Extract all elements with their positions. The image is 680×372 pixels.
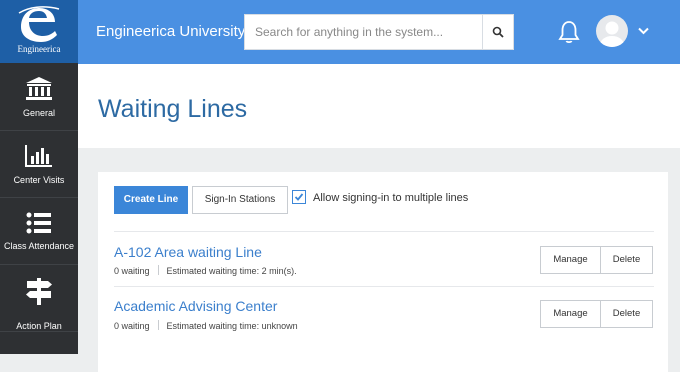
search-icon [492, 26, 504, 38]
logo-text: Engineerica [17, 44, 61, 54]
avatar[interactable] [596, 15, 628, 47]
estimated-time: Estimated waiting time: 2 min(s). [166, 266, 297, 276]
list-icon [26, 212, 51, 234]
multi-line-checkbox[interactable] [292, 190, 306, 204]
waiting-lines-card: Create Line Sign-In Stations Allow signi… [98, 172, 668, 372]
sidebar-item-label: General [22, 108, 56, 118]
delete-button[interactable]: Delete [601, 247, 652, 273]
sidebar-item-label: Center Visits [13, 175, 65, 185]
signpost-icon [26, 278, 52, 305]
brand-name: Engineerica University [96, 23, 246, 40]
manage-button[interactable]: Manage [541, 247, 601, 273]
checkmark-icon [294, 193, 304, 201]
line-name-link[interactable]: Academic Advising Center [114, 298, 277, 314]
waiting-count: 0 waiting [114, 321, 150, 331]
logo-e-icon [18, 6, 60, 42]
line-name-link[interactable]: A-102 Area waiting Line [114, 244, 262, 260]
sidebar-item-general[interactable]: General [0, 64, 78, 131]
meta-separator [157, 320, 159, 330]
manage-button[interactable]: Manage [541, 301, 601, 327]
estimated-time: Estimated waiting time: unknown [166, 321, 298, 331]
sidebar-item-center-visits[interactable]: Center Visits [0, 131, 78, 198]
divider [114, 286, 654, 287]
bank-icon [26, 77, 52, 100]
bar-chart-icon [25, 145, 52, 167]
user-icon [600, 21, 624, 47]
page-title: Waiting Lines [98, 95, 248, 123]
multi-line-label: Allow signing-in to multiple lines [313, 192, 469, 204]
chevron-down-icon[interactable] [638, 27, 649, 35]
line-actions: Manage Delete [540, 246, 653, 274]
sidebar-item-label: Action Plan [16, 321, 62, 331]
top-bar: Engineerica University [78, 0, 680, 64]
sidebar-item-label: Class Attendance [3, 241, 75, 251]
sidebar-item-class-attendance[interactable]: Class Attendance [0, 198, 78, 265]
create-line-button[interactable]: Create Line [114, 186, 188, 214]
logo[interactable]: Engineerica [0, 0, 78, 63]
search-button[interactable] [482, 15, 513, 49]
line-actions: Manage Delete [540, 300, 653, 328]
line-meta: 0 waiting Estimated waiting time: unknown [114, 320, 298, 331]
meta-separator [157, 265, 159, 275]
divider [114, 231, 654, 232]
sidebar: Engineerica General Center Visits Class … [0, 0, 78, 354]
waiting-count: 0 waiting [114, 266, 150, 276]
bell-icon[interactable] [558, 20, 580, 44]
sidebar-item-action-plan[interactable]: Action Plan [0, 265, 78, 332]
search-input[interactable] [245, 15, 483, 49]
page-header: Waiting Lines [78, 64, 680, 148]
delete-button[interactable]: Delete [601, 301, 652, 327]
search-box [244, 14, 514, 50]
line-meta: 0 waiting Estimated waiting time: 2 min(s… [114, 265, 297, 276]
sign-in-stations-button[interactable]: Sign-In Stations [192, 186, 288, 214]
